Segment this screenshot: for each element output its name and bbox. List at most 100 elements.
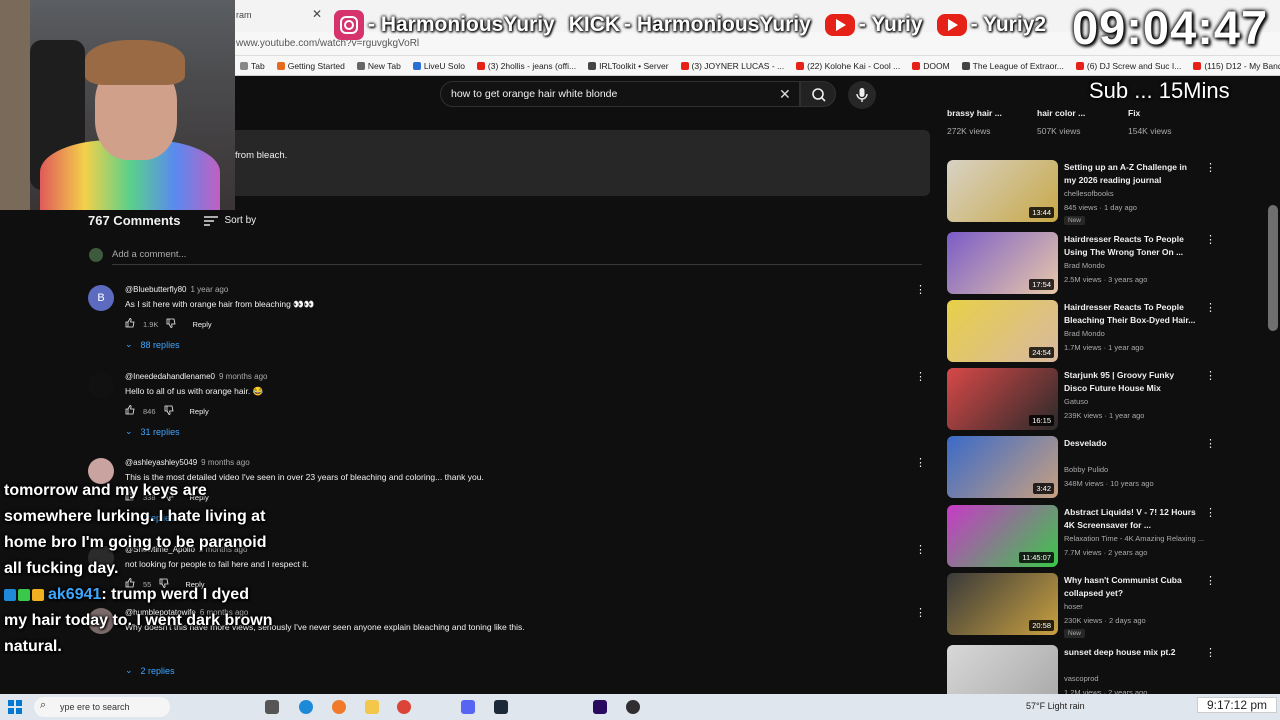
recommendation-title[interactable]: Hairdresser Reacts To People Using The W… xyxy=(1064,233,1197,259)
more-options-icon[interactable]: ⋮ xyxy=(1205,506,1216,519)
bookmark-item[interactable]: Tab xyxy=(240,61,265,71)
tab-title[interactable]: ram xyxy=(236,10,252,20)
video-thumbnail[interactable]: 16:15 xyxy=(947,368,1058,430)
taskbar-search-input[interactable]: ype ere to search xyxy=(34,697,170,717)
taskbar-clock[interactable]: 9:17:12 pm xyxy=(1197,697,1277,713)
more-options-icon[interactable]: ⋮ xyxy=(1205,437,1216,450)
bookmark-item[interactable]: DOOM xyxy=(912,61,950,71)
dislike-button[interactable] xyxy=(166,318,176,330)
page-scrollbar[interactable] xyxy=(1268,205,1278,331)
comment-author-name[interactable]: @Ineededahandlename0 xyxy=(125,372,215,381)
steam-icon[interactable] xyxy=(494,700,508,714)
recommendation-card[interactable]: 24:54 Hairdresser Reacts To People Bleach… xyxy=(947,300,1216,362)
reply-button[interactable]: Reply xyxy=(190,407,209,416)
video-thumbnail[interactable]: 20:58 xyxy=(947,573,1058,635)
file-explorer-icon[interactable] xyxy=(365,700,379,714)
edge-browser-icon[interactable] xyxy=(299,700,313,714)
more-options-icon[interactable]: ⋮ xyxy=(1205,574,1216,587)
channel-name[interactable]: Brad Mondo xyxy=(1064,261,1105,270)
more-options-icon[interactable]: ⋮ xyxy=(1205,646,1216,659)
recommendation-card[interactable]: 16:15 Starjunk 95 | Groovy Funky Disco Fu… xyxy=(947,368,1216,430)
recommendation-card[interactable]: 11:45:07 Abstract Liquids! V - 7! 12 Hour… xyxy=(947,505,1216,567)
sort-by-button[interactable]: Sort by xyxy=(204,215,256,226)
recommendation-title[interactable]: Abstract Liquids! V - 7! 12 Hours 4K Scr… xyxy=(1064,506,1197,532)
video-thumbnail[interactable]: 24:54 xyxy=(947,300,1058,362)
recommendation-title[interactable]: Hairdresser Reacts To People Bleaching T… xyxy=(1064,301,1197,327)
channel-name[interactable]: Gatuso xyxy=(1064,397,1088,406)
channel-name[interactable]: hoser xyxy=(1064,602,1083,611)
recommendation-card[interactable]: hair color ... 507K views xyxy=(1037,108,1085,136)
video-thumbnail[interactable]: 11:45:07 xyxy=(947,505,1058,567)
recommendation-card[interactable]: 13:44 Setting up an A-Z Challenge in my 2… xyxy=(947,160,1216,225)
recommendation-title[interactable]: Setting up an A-Z Challenge in my 2026 r… xyxy=(1064,161,1197,187)
dislike-button[interactable] xyxy=(164,405,174,417)
view-replies-button[interactable]: ⌄ 88 replies xyxy=(125,339,180,350)
channel-name[interactable]: Brad Mondo xyxy=(1064,329,1105,338)
video-thumbnail[interactable]: 13:44 xyxy=(947,160,1058,222)
recommendation-title[interactable]: sunset deep house mix pt.2 xyxy=(1064,646,1197,659)
channel-name[interactable]: Bobby Pulido xyxy=(1064,465,1108,474)
discord-icon[interactable] xyxy=(461,700,475,714)
video-thumbnail[interactable]: 17:54 xyxy=(947,232,1058,294)
channel-name[interactable]: Relaxation Time - 4K Amazing Relaxing ..… xyxy=(1064,534,1204,543)
bookmark-item[interactable]: (3) 2hollis - jeans (offi... xyxy=(476,61,576,71)
add-comment-input[interactable]: Add a comment... xyxy=(112,249,922,265)
video-thumbnail[interactable]: 3:42 xyxy=(947,436,1058,498)
comment-menu-icon[interactable]: ⋮ xyxy=(915,543,926,556)
bookmark-item[interactable]: New Tab xyxy=(356,61,401,71)
reply-button[interactable]: Reply xyxy=(192,320,211,329)
recommendation-title[interactable]: Starjunk 95 | Groovy Funky Disco Future … xyxy=(1064,369,1197,395)
obs-icon[interactable] xyxy=(626,700,640,714)
video-description[interactable] xyxy=(228,130,930,196)
channel-name[interactable]: vascoprod xyxy=(1064,674,1099,683)
like-button[interactable] xyxy=(125,405,135,417)
comment-author-name[interactable]: @Bluebutterfly80 xyxy=(125,285,187,294)
more-options-icon[interactable]: ⋮ xyxy=(1205,233,1216,246)
firefox-icon[interactable] xyxy=(332,700,346,714)
windows-start-icon[interactable] xyxy=(8,700,22,714)
comment-author[interactable]: @Bluebutterfly80 1 year ago xyxy=(125,285,228,294)
more-options-icon[interactable]: ⋮ xyxy=(1205,369,1216,382)
commenter-avatar[interactable] xyxy=(88,372,114,398)
bookmark-item[interactable]: (6) DJ Screw and Suc I... xyxy=(1075,61,1181,71)
comment-menu-icon[interactable]: ⋮ xyxy=(915,456,926,469)
commenter-avatar[interactable]: B xyxy=(88,285,114,311)
bookmark-item[interactable]: IRLToolkit • Server xyxy=(588,61,669,71)
bookmark-item[interactable]: Getting Started xyxy=(276,61,345,71)
recommendation-card[interactable]: brassy hair ... 272K views xyxy=(947,108,1002,136)
weather-widget[interactable]: 57°F Light rain xyxy=(1026,701,1085,711)
recommendation-card[interactable]: Fix 154K views xyxy=(1128,108,1171,136)
bookmark-item[interactable]: (22) Kolohe Kai - Cool ... xyxy=(796,61,900,71)
recommendation-card[interactable]: 20:58 Why hasn't Communist Cuba collapsed… xyxy=(947,573,1216,638)
comment-author[interactable]: @Ineededahandlename0 9 months ago xyxy=(125,372,267,381)
task-view-icon[interactable] xyxy=(265,700,279,714)
close-tab-icon[interactable]: ✕ xyxy=(312,7,322,21)
like-button[interactable] xyxy=(125,318,135,330)
more-options-icon[interactable]: ⋮ xyxy=(1205,301,1216,314)
comment-author[interactable]: @ashleyashley5049 9 months ago xyxy=(125,458,250,467)
premiere-icon[interactable] xyxy=(593,700,607,714)
bookmark-item[interactable]: LiveU Solo xyxy=(412,61,465,71)
comment-timestamp[interactable]: 9 months ago xyxy=(219,372,267,381)
search-query[interactable]: how to get orange hair white blonde xyxy=(451,88,617,100)
search-button[interactable] xyxy=(800,81,836,107)
more-options-icon[interactable]: ⋮ xyxy=(1205,161,1216,174)
comment-timestamp[interactable]: 1 year ago xyxy=(191,285,229,294)
bookmark-item[interactable]: (3) JOYNER LUCAS - ... xyxy=(680,61,784,71)
chrome-icon[interactable] xyxy=(397,700,411,714)
comment-timestamp[interactable]: 9 months ago xyxy=(201,458,249,467)
recommendation-title[interactable]: Desvelado xyxy=(1064,437,1197,450)
view-replies-button[interactable]: ⌄ 31 replies xyxy=(125,426,180,437)
recommendation-title[interactable]: Why hasn't Communist Cuba collapsed yet? xyxy=(1064,574,1197,600)
comment-menu-icon[interactable]: ⋮ xyxy=(915,370,926,383)
bookmark-item[interactable]: (115) D12 - My Band... xyxy=(1193,61,1280,71)
clear-search-icon[interactable]: ✕ xyxy=(779,86,791,103)
comment-menu-icon[interactable]: ⋮ xyxy=(915,283,926,296)
comment-menu-icon[interactable]: ⋮ xyxy=(915,606,926,619)
voice-search-button[interactable] xyxy=(848,81,876,109)
recommendation-card[interactable]: 17:54 Hairdresser Reacts To People Using … xyxy=(947,232,1216,294)
comment-author-name[interactable]: @ashleyashley5049 xyxy=(125,458,197,467)
bookmark-item[interactable]: The League of Extraor... xyxy=(961,61,1064,71)
channel-name[interactable]: chellesofbooks xyxy=(1064,189,1114,198)
recommendation-card[interactable]: 3:42 Desvelado Bobby Pulido 348M views · 10… xyxy=(947,436,1216,498)
